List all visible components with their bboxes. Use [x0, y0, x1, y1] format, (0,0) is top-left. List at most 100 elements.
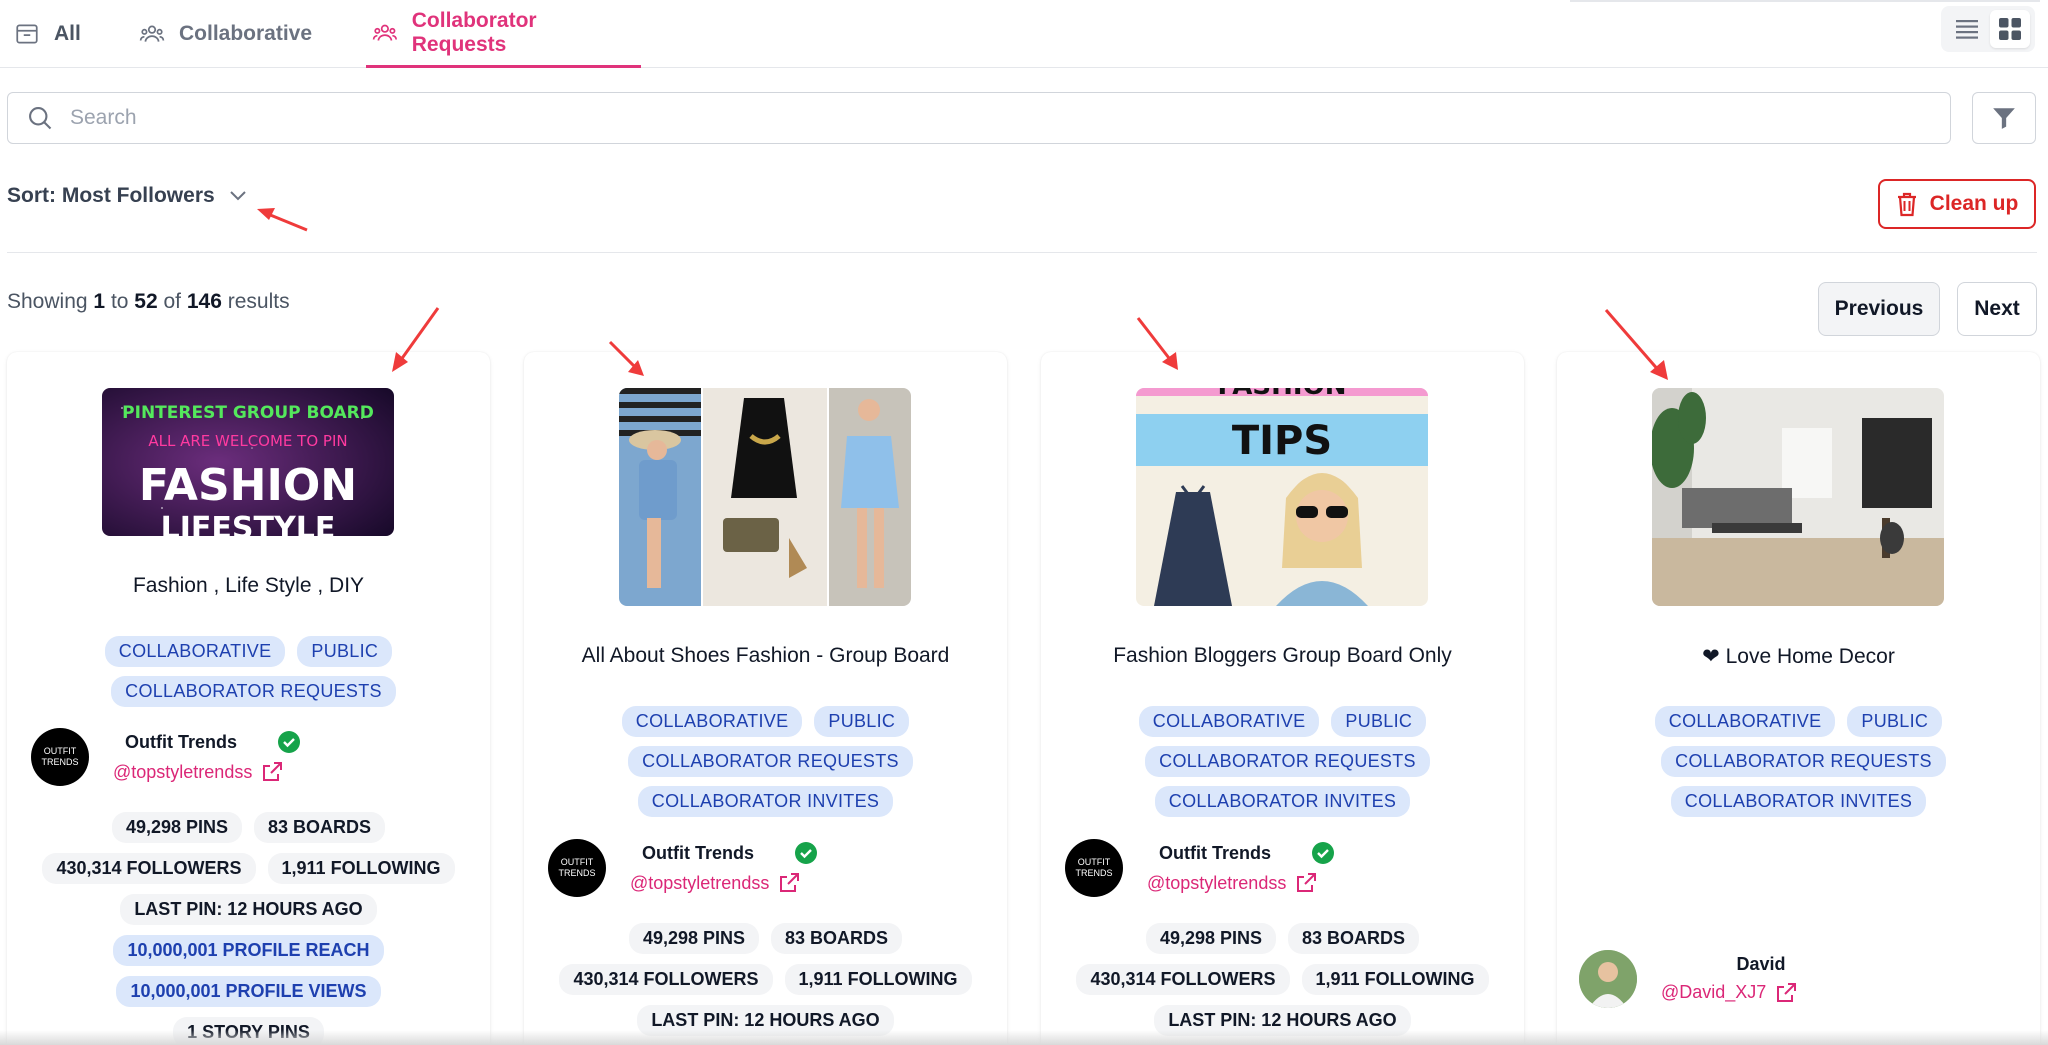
- external-link-icon: [1297, 873, 1317, 892]
- last-pin-stat: LAST PIN: 12 HOURS AGO: [120, 894, 377, 925]
- sort-dropdown[interactable]: Sort: Most Followers: [7, 184, 247, 208]
- board-owner: OUTFIT TRENDS Outfit Trends @topstyletre…: [31, 728, 313, 786]
- tag-row: COLLABORATOR INVITES: [1557, 786, 2040, 817]
- board-image: PINTEREST GROUP BOARD ALL ARE WELCOME TO…: [102, 388, 394, 536]
- avatar[interactable]: OUTFIT TRENDS: [1065, 839, 1123, 897]
- owner-name: David: [1736, 953, 1786, 974]
- board-title: All About Shoes Fashion - Group Board: [581, 644, 950, 667]
- tag-row: COLLABORATIVE PUBLIC: [524, 706, 1007, 737]
- tag: COLLABORATIVE: [621, 706, 803, 737]
- image-line-3: FASHION: [139, 460, 357, 511]
- external-link-icon: [263, 762, 283, 781]
- followers-stat: 430,314 FOLLOWERS: [559, 964, 773, 995]
- previous-button[interactable]: Previous: [1818, 282, 1940, 336]
- results-to: 52: [134, 290, 158, 313]
- boards-stat: 83 BOARDS: [771, 923, 903, 954]
- tag: PUBLIC: [1847, 706, 1943, 737]
- grid-view-button[interactable]: [1989, 10, 2030, 48]
- tag-row: COLLABORATOR REQUESTS: [7, 676, 490, 707]
- profile-views-stat: 10,000,001 PROFILE VIEWS: [116, 976, 381, 1007]
- tag: COLLABORATOR REQUESTS: [1145, 746, 1430, 777]
- tab-collaborator-requests[interactable]: Collaborator Requests: [366, 0, 641, 68]
- results-to-word: to: [110, 290, 129, 313]
- board-image: [619, 388, 911, 606]
- owner-name: Outfit Trends: [1159, 842, 1271, 863]
- board-owner: OUTFIT TRENDS Outfit Trends @topstyletre…: [1065, 839, 1347, 897]
- tag-row: COLLABORATOR REQUESTS: [524, 746, 1007, 777]
- stat-row: 430,314 FOLLOWERS 1,911 FOLLOWING: [524, 964, 1007, 995]
- next-button[interactable]: Next: [1957, 282, 2037, 336]
- avatar[interactable]: OUTFIT TRENDS: [548, 839, 606, 897]
- stat-row: 10,000,001 PROFILE VIEWS: [7, 976, 490, 1007]
- previous-label: Previous: [1834, 297, 1924, 320]
- owner-handle-link[interactable]: @topstyletrendss: [630, 871, 830, 895]
- tag-row: COLLABORATIVE PUBLIC: [1041, 706, 1524, 737]
- following-stat: 1,911 FOLLOWING: [784, 964, 972, 995]
- bottom-edge: [0, 1030, 2048, 1045]
- tag: COLLABORATOR REQUESTS: [1661, 746, 1946, 777]
- tag: COLLABORATIVE: [104, 636, 286, 667]
- tag: PUBLIC: [297, 636, 393, 667]
- stat-row: LAST PIN: 12 HOURS AGO: [7, 894, 490, 925]
- stat-row: 430,314 FOLLOWERS 1,911 FOLLOWING: [1041, 964, 1524, 995]
- filter-button[interactable]: [1972, 92, 2036, 144]
- search-icon: [29, 107, 52, 130]
- image-line-4: LIFESTYLE: [161, 511, 336, 536]
- search-bar: [7, 92, 1951, 144]
- results-of-word: of: [163, 290, 182, 313]
- user-group-icon: [372, 24, 398, 41]
- tab-all[interactable]: All: [14, 0, 81, 68]
- board-card[interactable]: PINTEREST GROUP BOARD ALL ARE WELCOME TO…: [7, 352, 490, 1045]
- avatar[interactable]: [1579, 950, 1637, 1008]
- tab-collaborative[interactable]: Collaborative: [139, 0, 312, 68]
- next-label: Next: [1974, 297, 2020, 320]
- pins-stat: 49,298 PINS: [111, 812, 243, 843]
- boards-stat: 83 BOARDS: [254, 812, 386, 843]
- clean-up-label: Clean up: [1929, 192, 2019, 215]
- avatar-text: OUTFIT TRENDS: [41, 746, 79, 767]
- tag: PUBLIC: [814, 706, 910, 737]
- image-line-1: PINTEREST GROUP BOARD: [122, 403, 374, 423]
- avatar-text: OUTFIT TRENDS: [1075, 857, 1113, 878]
- board-image: [1652, 388, 1944, 606]
- avatar-photo: [1579, 950, 1637, 1008]
- verified-icon: [1312, 842, 1334, 864]
- image-line-2: TIPS: [1232, 418, 1332, 464]
- following-stat: 1,911 FOLLOWING: [267, 853, 455, 884]
- sort-label: Sort: Most Followers: [7, 184, 215, 207]
- view-toggle: [1941, 6, 2035, 52]
- owner-handle-link[interactable]: @topstyletrendss: [113, 760, 313, 784]
- board-card[interactable]: ❤ Love Home Decor COLLABORATIVE PUBLIC C…: [1557, 352, 2040, 1045]
- verified-icon: [795, 842, 817, 864]
- search-input[interactable]: [70, 106, 1870, 130]
- annotation-arrow: [1136, 317, 1178, 370]
- owner-handle-link[interactable]: @topstyletrendss: [1147, 871, 1347, 895]
- avatar[interactable]: OUTFIT TRENDS: [31, 728, 89, 786]
- avatar-text: OUTFIT TRENDS: [558, 857, 596, 878]
- chevron-down-icon: [229, 191, 246, 201]
- owner-handle-link[interactable]: @David_XJ7: [1661, 981, 1861, 1005]
- annotation-arrow: [1604, 309, 1668, 380]
- tag-row: COLLABORATOR INVITES: [524, 786, 1007, 817]
- list-view-icon: [1955, 20, 1978, 39]
- owner-handle: @topstyletrendss: [630, 872, 770, 893]
- tab-bar: All Collaborative Collaborator Requests: [0, 0, 2048, 68]
- pins-stat: 49,298 PINS: [628, 923, 760, 954]
- image-line-2: ALL ARE WELCOME TO PIN: [148, 432, 347, 450]
- board-card[interactable]: FASHION TIPS Fashion Bloggers Group Boar…: [1041, 352, 1524, 1045]
- board-title: Fashion Bloggers Group Board Only: [1113, 644, 1452, 667]
- users-icon: [139, 25, 165, 42]
- tab-all-label: All: [54, 22, 81, 45]
- list-view-button[interactable]: [1947, 10, 1987, 48]
- tag: COLLABORATOR REQUESTS: [111, 676, 396, 707]
- board-owner: David @David_XJ7: [1579, 950, 1861, 1008]
- results-prefix: Showing: [7, 290, 88, 313]
- filter-icon: [1993, 108, 2015, 129]
- board-card[interactable]: All About Shoes Fashion - Group Board CO…: [524, 352, 1007, 1045]
- clean-up-button[interactable]: Clean up: [1878, 179, 2036, 229]
- external-link-icon: [1777, 982, 1797, 1002]
- grid-view-icon: [1998, 18, 2021, 40]
- annotation-arrow: [257, 208, 308, 232]
- board-owner: OUTFIT TRENDS Outfit Trends @topstyletre…: [548, 839, 830, 897]
- tag: COLLABORATOR INVITES: [1154, 786, 1411, 817]
